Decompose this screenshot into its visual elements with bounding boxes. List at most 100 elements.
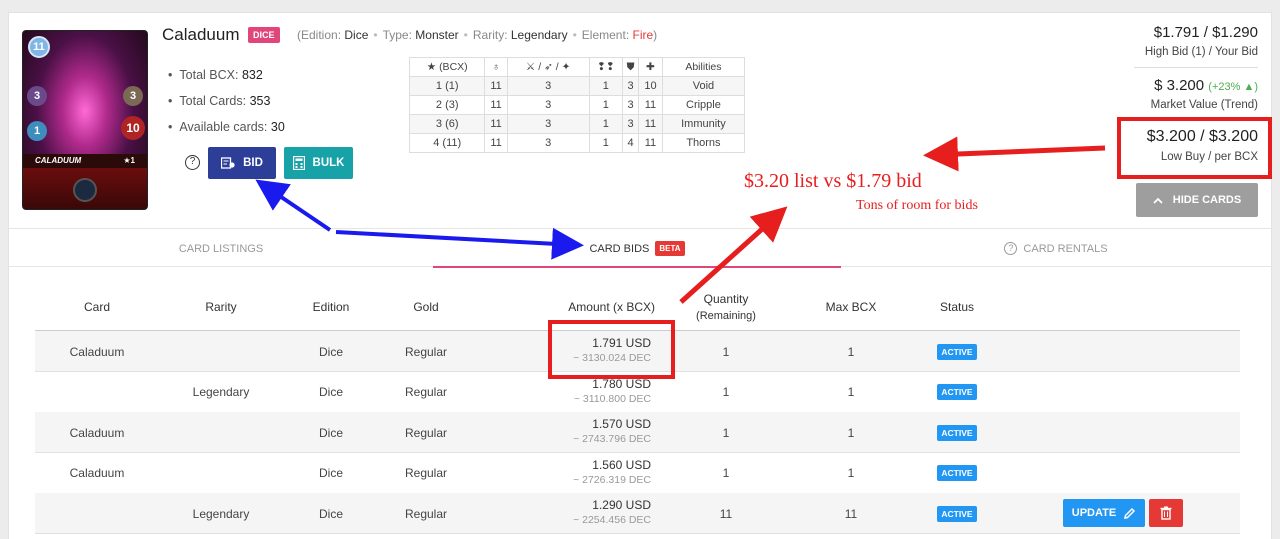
help-icon[interactable]: ?: [185, 155, 200, 170]
bid-cell-edition: Dice: [318, 425, 343, 440]
card-image[interactable]: 11 3 1 3 10 CALADUUM ★1: [22, 30, 148, 210]
top-bid-highlight-box: [548, 320, 675, 379]
bid-status: ACTIVE: [927, 493, 987, 534]
active-tab-indicator: [433, 266, 841, 268]
bid-amount-usd: 1.290 USD: [592, 498, 651, 513]
bid-status: ACTIVE: [927, 412, 987, 453]
bid-cell-max: 1: [847, 466, 855, 481]
bid-amount: 1.780 USD ~ 3110.800 DEC: [574, 377, 651, 405]
status-badge: ACTIVE: [937, 343, 977, 360]
bid-amount: 1.290 USD ~ 2254.456 DEC: [573, 498, 651, 526]
high-bid-label: High Bid (1) / Your Bid: [1144, 46, 1258, 58]
edition-badge: DICE: [248, 27, 280, 43]
level-row: 1 (1) 11 3 1 3 10 Void: [408, 76, 746, 96]
bid-cell-card: [67, 493, 127, 534]
bid-status: ACTIVE: [927, 372, 987, 413]
level-header-cell: ⚔ / ➶ / ✦: [506, 57, 590, 77]
tab-card-bids[interactable]: CARD BIDS BETA: [433, 229, 841, 268]
low-buy-highlight-box: [1117, 117, 1272, 179]
annotation-note: Tons of room for bids: [856, 198, 978, 213]
bid-cell-rarity: Legendary: [192, 385, 250, 400]
bid-amount-dec: ~ 2743.796 DEC: [573, 433, 651, 446]
mana-cost-icon: 11: [28, 36, 50, 58]
level-row: 3 (6) 11 3 1 3 11 Immunity: [408, 114, 746, 134]
rarity-value: Legendary: [510, 28, 568, 42]
bid-amount-dec: ~ 2254.456 DEC: [573, 514, 651, 527]
bid-cell-card: [67, 372, 127, 413]
hide-cards-button[interactable]: HIDE CARDS: [1136, 183, 1258, 217]
level-cell: 11: [484, 114, 508, 134]
ability-orb-icon: [73, 178, 97, 202]
divider: [1134, 67, 1258, 68]
bid-cell-gold: Regular: [404, 466, 448, 481]
level-cell: 3: [506, 114, 590, 134]
level-cell: 3 (6): [408, 114, 486, 134]
market-value: $ 3.200: [1154, 77, 1205, 94]
status-badge: ACTIVE: [937, 384, 977, 401]
high-bid-value: $1.791 / $1.290: [1153, 24, 1258, 41]
bid-row: Legendary Dice Regular 11 11 1.290 USD ~ 2254.…: [35, 493, 1240, 535]
bulk-button[interactable]: BULK: [284, 147, 353, 179]
level-cell: 1: [588, 114, 624, 134]
level-cell: 3: [622, 95, 640, 115]
bid-amount-usd: 1.570 USD: [592, 417, 651, 432]
bid-cell-edition: Dice: [318, 466, 343, 481]
bid-button[interactable]: BID: [208, 147, 276, 179]
level-cell: 11: [484, 95, 508, 115]
level-cell: 2 (3): [408, 95, 486, 115]
card-name-bar: CALADUUM ★1: [23, 154, 147, 168]
bid-cell-max: 11: [844, 506, 858, 521]
level-header-cell: Abilities: [661, 57, 746, 77]
calculator-icon: [292, 156, 305, 170]
bid-row: Caladuum Dice Regular 1 1 1.560 USD ~ 2726.319…: [35, 453, 1240, 494]
tab-bar: CARD LISTINGS CARD BIDS BETA ? CARD RENTAL…: [9, 228, 1271, 267]
update-bid-button[interactable]: UPDATE: [1063, 499, 1145, 528]
level-cell: 11: [638, 114, 663, 134]
bid-cell-rarity: [190, 412, 252, 453]
bid-icon: [221, 157, 235, 169]
card-title: Caladuum: [162, 25, 240, 44]
tab-card-listings[interactable]: CARD LISTINGS: [9, 229, 433, 268]
level-row: 2 (3) 11 3 1 3 11 Cripple: [408, 95, 746, 115]
level-cell: 4 (11): [408, 133, 486, 153]
bid-amount-dec: ~ 3110.800 DEC: [573, 392, 651, 405]
level-header-cell: ♁: [484, 57, 508, 77]
bid-cell-max: 1: [847, 385, 855, 400]
level-cell: 11: [638, 95, 663, 115]
tab-card-rentals[interactable]: ? CARD RENTALS: [841, 229, 1271, 268]
annotation-comparison: $3.20 list vs $1.79 bid: [744, 170, 922, 192]
chevron-up-icon: [1153, 197, 1163, 204]
bid-cell-gold: Regular: [404, 344, 448, 359]
level-cell: Cripple: [661, 95, 746, 115]
status-badge: ACTIVE: [937, 424, 977, 441]
level-cell: 3: [506, 133, 590, 153]
level-cell: 3: [622, 76, 640, 96]
total-bcx: Total BCX: 832: [168, 68, 285, 82]
bid-cell-gold: Regular: [404, 425, 448, 440]
bid-cell-gold: Regular: [404, 385, 448, 400]
level-cell: Immunity: [661, 114, 746, 134]
bid-status: ACTIVE: [927, 331, 987, 372]
level-cell: 4: [622, 133, 640, 153]
level-cell: Thorns: [661, 133, 746, 153]
level-header-cell: ★ (BCX): [408, 57, 486, 77]
level-header-cell: ✚: [638, 57, 663, 77]
bid-status: ACTIVE: [927, 453, 987, 494]
level-cell: 3: [506, 76, 590, 96]
trash-icon: [1160, 506, 1172, 521]
help-icon: ?: [1004, 242, 1018, 255]
bid-cell-qty: 1: [722, 425, 730, 440]
bid-cell-edition: Dice: [318, 385, 343, 400]
card-level: ★1: [123, 156, 135, 165]
bid-cell-rarity: [190, 331, 252, 372]
bid-cell-gold: Regular: [404, 506, 448, 521]
level-cell: 1: [588, 76, 624, 96]
delete-bid-button[interactable]: [1149, 499, 1183, 528]
armor-stat-icon: 3: [123, 86, 143, 106]
level-cell: Void: [661, 76, 746, 96]
speed-stat-icon: 1: [27, 121, 47, 141]
type-value: Monster: [415, 28, 459, 42]
element-value: Fire: [632, 28, 654, 42]
bid-cell-edition: Dice: [318, 344, 343, 359]
status-badge: ACTIVE: [937, 465, 977, 482]
